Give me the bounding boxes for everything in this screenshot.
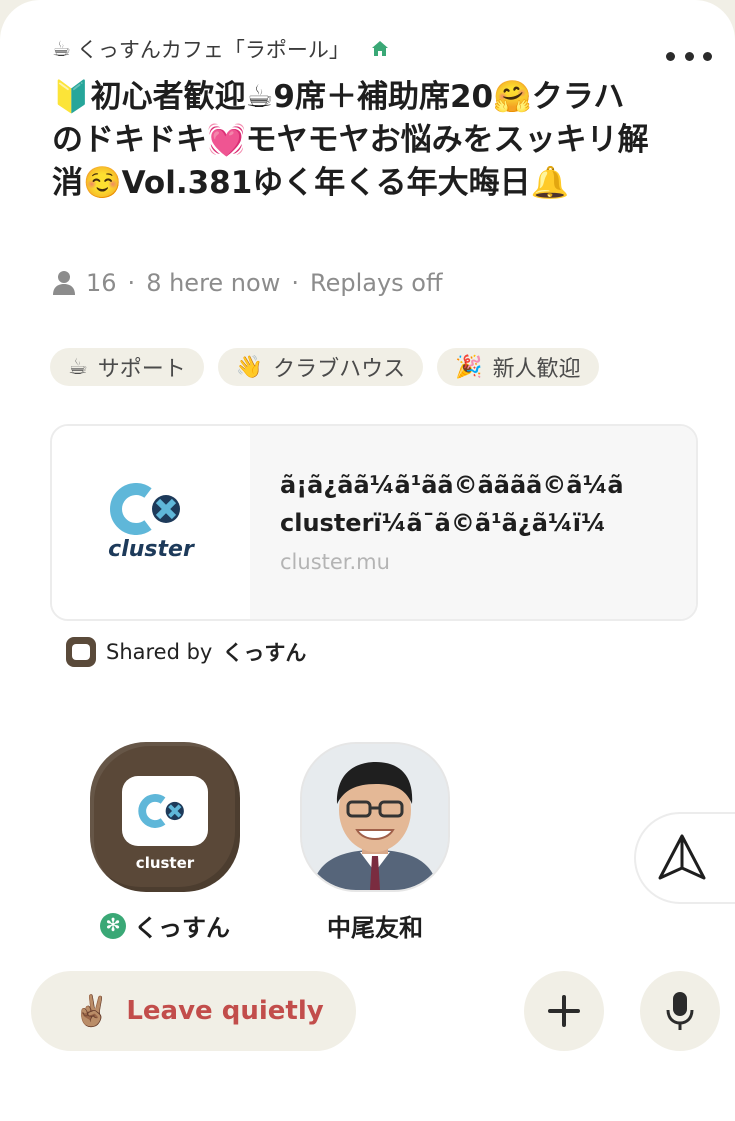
leave-label: Leave quietly [126, 996, 324, 1026]
new-member-badge-icon: ✻ [100, 912, 126, 939]
shared-link-card[interactable]: cluster ã¡ã¿ãã¼ã¹ãã©ãããã©ã¼ã clusterï¼ã¯… [50, 424, 698, 621]
tag-label: 新人歓迎 [492, 357, 581, 382]
link-title-line-2: clusterï¼ã¯ã©ã¹ã¿ã¼ï¼ [280, 509, 606, 537]
speaker-name: 中尾友和 [300, 908, 450, 943]
room-sheet: ☕ くっすんカフェ「ラポール」 🔰初心者歓迎☕9席＋補助席20🤗クラハのドキドキ… [0, 0, 735, 1121]
share-room-button[interactable] [634, 812, 735, 904]
speaker-name: ✻ くっすん [90, 908, 240, 943]
speaker-name-text: くっすん [134, 914, 230, 942]
sharer-avatar [66, 637, 96, 667]
add-button[interactable] [524, 971, 604, 1051]
more-options-button[interactable] [666, 44, 712, 68]
dot-icon [666, 51, 675, 61]
plus-icon [548, 995, 580, 1027]
link-thumbnail: cluster [52, 426, 250, 619]
raise-mic-button[interactable] [640, 971, 720, 1051]
topic-tags: ☕ サポート 👋 クラブハウス 🎉 新人歓迎 [50, 348, 599, 386]
listener-count: 16 [86, 269, 117, 297]
leave-quietly-button[interactable]: ✌🏽 Leave quietly [31, 971, 356, 1051]
link-title-line-1: ã¡ã¿ãã¼ã¹ãã©ãããã©ã¼ã [280, 471, 624, 499]
tag-support[interactable]: ☕ サポート [50, 348, 204, 386]
waving-hand-icon: 👋 [235, 354, 264, 380]
tag-label: クラブハウス [273, 357, 406, 382]
speaker-nakao[interactable]: 中尾友和 [300, 742, 450, 943]
house-icon [370, 39, 390, 59]
cluster-app-tile [122, 776, 208, 846]
sharer-name: くっすん [222, 641, 307, 665]
club-emoji: ☕ [52, 37, 71, 61]
paper-plane-icon [658, 834, 706, 880]
room-title: 🔰初心者歓迎☕9席＋補助席20🤗クラハのドキドキ💓モヤモヤお悩みをスッキリ解消☺… [52, 79, 649, 201]
room-stats: 16 · 8 here now · Replays off [52, 266, 443, 300]
tag-clubhouse[interactable]: 👋 クラブハウス [217, 348, 424, 386]
tag-newcomer-welcome[interactable]: 🎉 新人歓迎 [437, 348, 599, 386]
club-header[interactable]: ☕ くっすんカフェ「ラポール」 [52, 34, 390, 64]
speaker-name-text: 中尾友和 [327, 914, 423, 942]
microphone-icon [666, 992, 694, 1030]
avatar[interactable]: cluster [90, 742, 240, 892]
person-photo [302, 744, 448, 890]
avatar-caption: cluster [135, 854, 195, 872]
club-name[interactable]: くっすんカフェ「ラポール」 [77, 34, 350, 64]
tag-label: サポート [97, 357, 186, 382]
party-popper-icon: 🎉 [455, 354, 483, 380]
link-domain: cluster.mu [280, 550, 390, 574]
coffee-icon: ☕ [68, 354, 88, 380]
person-icon [52, 270, 76, 296]
cluster-logo-icon [138, 794, 184, 828]
cluster-logo-text: cluster [108, 537, 194, 562]
shared-by[interactable]: Shared by くっすん [66, 636, 306, 668]
here-now-count: 8 here now [146, 269, 281, 297]
link-details: ã¡ã¿ãã¼ã¹ãã©ãããã©ã¼ã clusterï¼ã¯ã©ã¹ã¿ã¼… [250, 426, 696, 619]
cluster-logo-icon [110, 483, 180, 535]
shared-by-prefix: Shared by [106, 640, 213, 664]
victory-hand-icon: ✌🏽 [73, 993, 111, 1029]
separator: · [127, 269, 136, 297]
speaker-kussun[interactable]: cluster ✻ くっすん [90, 742, 240, 943]
dot-icon [684, 51, 694, 61]
avatar[interactable] [300, 742, 450, 892]
bottom-action-bar: ✌🏽 Leave quietly [0, 968, 735, 1058]
replays-status: Replays off [309, 269, 443, 297]
separator: · [291, 269, 299, 297]
dot-icon [703, 51, 712, 61]
